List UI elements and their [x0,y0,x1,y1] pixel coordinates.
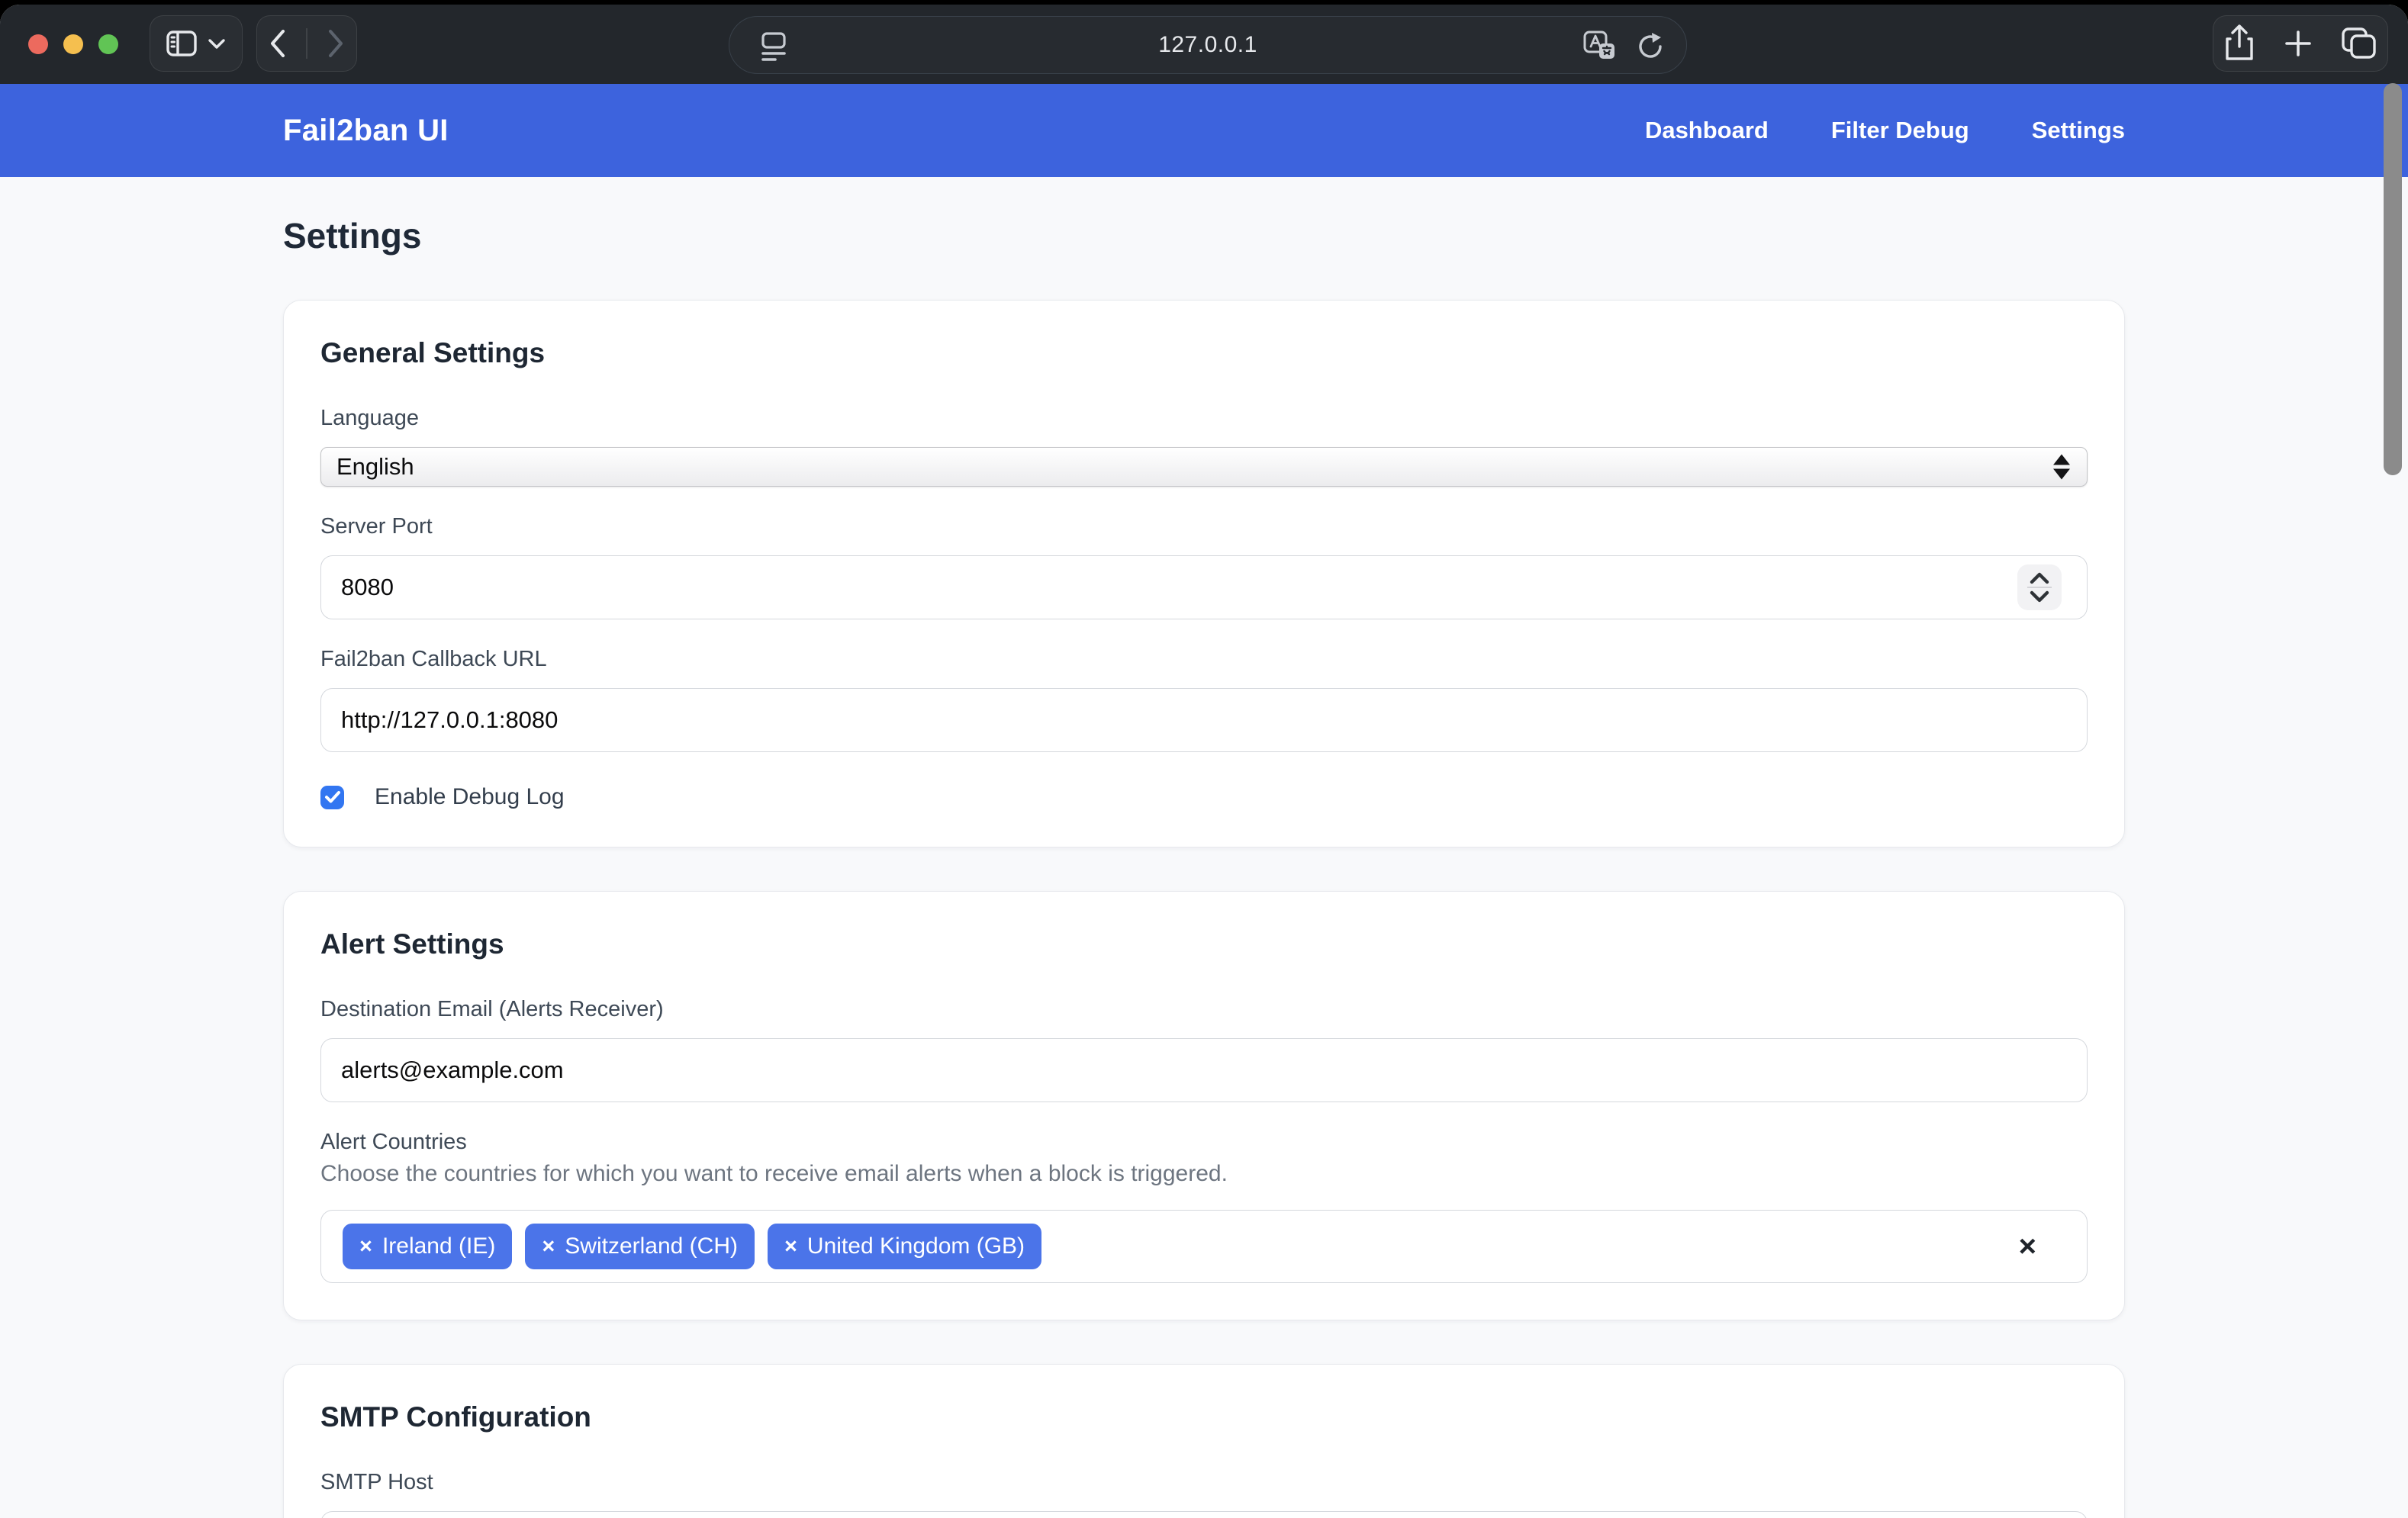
toolbar-right-group [2213,15,2388,72]
share-icon[interactable] [2223,24,2256,63]
browser-titlebar: 127.0.0.1 [0,5,2408,84]
reload-icon[interactable] [1634,30,1666,63]
page-title: Settings [283,177,2125,256]
app-brand: Fail2ban UI [283,114,449,148]
smtp-configuration-title: SMTP Configuration [320,1401,2088,1433]
remove-tag-icon[interactable]: × [784,1234,797,1259]
address-bar[interactable]: 127.0.0.1 [729,16,1687,74]
callback-url-input[interactable] [320,688,2088,752]
url-text: 127.0.0.1 [729,32,1686,58]
country-tag-label: United Kingdom (GB) [807,1233,1025,1259]
debug-log-checkbox[interactable] [320,786,344,809]
forward-button[interactable] [315,27,356,59]
alert-settings-card: Alert Settings Destination Email (Alerts… [283,891,2125,1320]
nav-link-settings[interactable]: Settings [2032,117,2125,144]
remove-tag-icon[interactable]: × [542,1234,555,1259]
number-stepper[interactable] [2017,564,2062,610]
scrollbar-thumb[interactable] [2384,83,2402,475]
smtp-host-input[interactable] [320,1511,2088,1518]
nav-links: Dashboard Filter Debug Settings [1645,117,2125,144]
app-navbar: Fail2ban UI Dashboard Filter Debug Setti… [0,84,2408,177]
general-settings-card: General Settings Language English Server… [283,300,2125,847]
alert-settings-title: Alert Settings [320,928,2088,960]
zoom-window-button[interactable] [98,34,118,54]
alert-countries-label: Alert Countries [320,1130,2088,1155]
alert-countries-help: Choose the countries for which you want … [320,1161,2088,1187]
new-tab-icon[interactable] [2282,27,2314,59]
general-settings-title: General Settings [320,337,2088,369]
callback-url-label: Fail2ban Callback URL [320,647,2088,672]
browser-window: 127.0.0.1 [0,5,2408,1518]
sidebar-toggle-button[interactable] [150,15,243,72]
remove-tag-icon[interactable]: × [359,1234,372,1259]
window-controls [28,34,118,54]
debug-log-label[interactable]: Enable Debug Log [375,784,565,810]
back-button[interactable] [257,27,298,59]
country-tag-switzerland: × Switzerland (CH) [525,1224,755,1269]
alert-countries-multiselect[interactable]: × Ireland (IE) × Switzerland (CH) × Unit… [320,1210,2088,1283]
chevron-down-icon [208,37,226,50]
translate-icon[interactable] [1582,30,1618,63]
close-window-button[interactable] [28,34,48,54]
smtp-host-label: SMTP Host [320,1470,2088,1495]
stepper-up-icon [2027,571,2052,585]
nav-link-filter-debug[interactable]: Filter Debug [1831,117,1969,144]
language-select[interactable]: English [320,447,2088,487]
select-arrows-icon [2053,455,2070,480]
checkmark-icon [324,790,341,804]
smtp-configuration-card: SMTP Configuration SMTP Host [283,1364,2125,1518]
country-tag-ireland: × Ireland (IE) [343,1224,512,1269]
tab-overview-icon[interactable] [2340,26,2378,61]
stepper-down-icon [2027,590,2052,603]
country-tag-label: Ireland (IE) [382,1233,495,1259]
server-port-input[interactable] [320,555,2088,619]
country-tag-united-kingdom: × United Kingdom (GB) [768,1224,1041,1269]
history-nav-group [256,15,357,72]
nav-divider [306,28,307,59]
destination-email-input[interactable] [320,1038,2088,1102]
minimize-window-button[interactable] [63,34,83,54]
country-tag-label: Switzerland (CH) [565,1233,738,1259]
nav-link-dashboard[interactable]: Dashboard [1645,117,1769,144]
language-label: Language [320,406,2088,431]
page-content: Settings General Settings Language Engli… [0,177,2408,1518]
sidebar-icon [166,31,197,56]
destination-email-label: Destination Email (Alerts Receiver) [320,997,2088,1022]
language-selected-value: English [336,453,414,481]
server-port-label: Server Port [320,514,2088,539]
clear-all-icon[interactable]: × [2019,1231,2036,1262]
